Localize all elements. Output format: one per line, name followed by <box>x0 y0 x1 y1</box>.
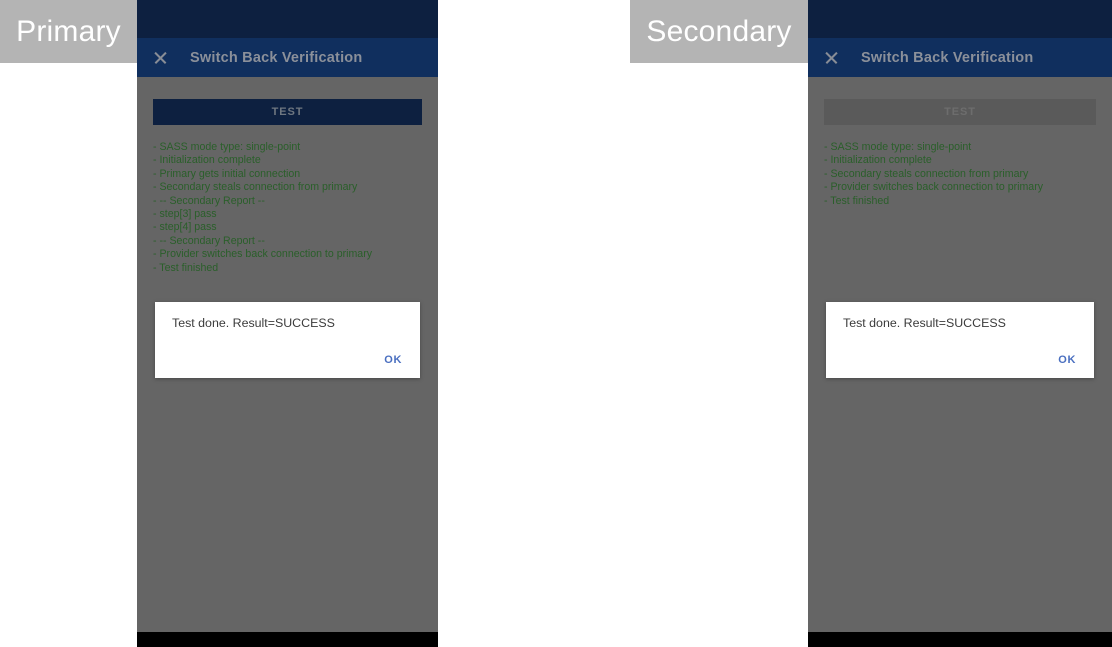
result-dialog: Test done. Result=SUCCESS OK <box>826 302 1094 378</box>
secondary-panel-caption: Secondary <box>630 0 808 63</box>
log-line: - Provider switches back connection to p… <box>824 181 1044 194</box>
dialog-message: Test done. Result=SUCCESS <box>172 316 335 330</box>
test-button[interactable]: TEST <box>153 99 422 125</box>
result-dialog: Test done. Result=SUCCESS OK <box>155 302 420 378</box>
log-line: - SASS mode type: single-point <box>824 141 972 153</box>
log-line: - Initialization complete <box>824 154 932 167</box>
close-icon[interactable] <box>824 50 839 65</box>
log-line: - Primary gets initial connection <box>153 167 301 180</box>
app-toolbar: Switch Back Verification <box>808 38 1112 77</box>
log-output: - SASS mode type: single-point - Initial… <box>153 141 422 275</box>
log-output: - SASS mode type: single-point - Initial… <box>824 141 1096 208</box>
primary-panel-caption: Primary <box>0 0 137 63</box>
log-line: - Secondary steals connection from prima… <box>824 167 1029 180</box>
log-line: - -- Secondary Report -- <box>153 234 265 247</box>
status-bar <box>137 0 438 38</box>
screen-content: TEST - SASS mode type: single-point - In… <box>137 77 438 275</box>
system-navigation-bar <box>137 632 438 647</box>
screen-content: TEST - SASS mode type: single-point - In… <box>808 77 1112 208</box>
log-line: - step[4] pass <box>153 221 217 234</box>
log-line: - -- Secondary Report -- <box>153 194 265 207</box>
secondary-device-screenshot: Switch Back Verification TEST - SASS mod… <box>808 0 1112 647</box>
app-toolbar: Switch Back Verification <box>137 38 438 77</box>
log-line: - Initialization complete <box>153 154 261 167</box>
log-line: - Provider switches back connection to p… <box>153 248 373 261</box>
toolbar-title: Switch Back Verification <box>190 49 363 66</box>
dialog-message: Test done. Result=SUCCESS <box>843 316 1006 330</box>
close-icon[interactable] <box>153 50 168 65</box>
primary-device-screenshot: Switch Back Verification TEST - SASS mod… <box>137 0 438 647</box>
log-line: - Test finished <box>153 261 219 274</box>
dialog-ok-button[interactable]: OK <box>1054 352 1080 368</box>
system-navigation-bar <box>808 632 1112 647</box>
log-line: - Test finished <box>824 194 890 207</box>
log-line: - SASS mode type: single-point <box>153 141 301 153</box>
dialog-ok-button[interactable]: OK <box>380 352 406 368</box>
test-button[interactable]: TEST <box>824 99 1096 125</box>
status-bar <box>808 0 1112 38</box>
log-line: - Secondary steals connection from prima… <box>153 181 358 194</box>
log-line: - step[3] pass <box>153 208 217 221</box>
toolbar-title: Switch Back Verification <box>861 49 1034 66</box>
